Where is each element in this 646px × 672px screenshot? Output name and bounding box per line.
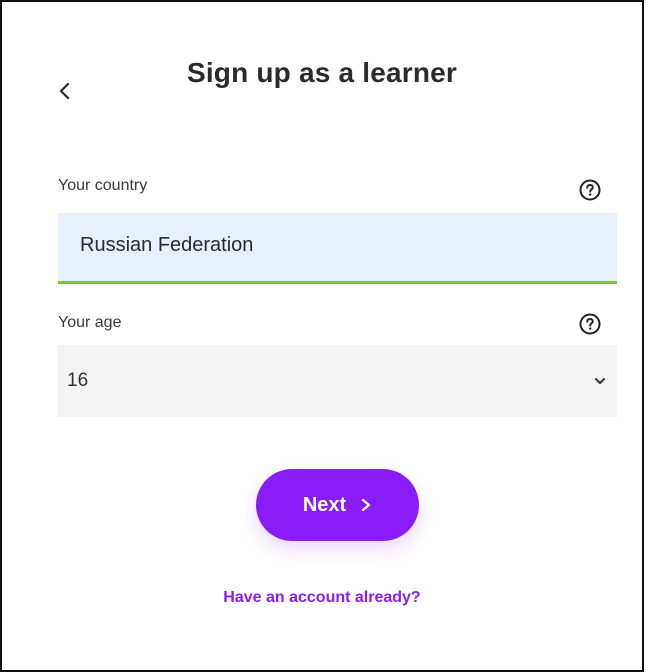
question-circle-icon [579,313,601,335]
chevron-right-icon [362,498,371,512]
next-button-label: Next [302,493,347,516]
country-help-icon[interactable] [579,179,601,201]
country-label: Your country [58,177,148,194]
age-label: Your age [58,314,122,331]
age-select[interactable]: 16 [58,345,617,417]
signup-card: Sign up as a learner Your country Your a… [0,0,644,672]
country-input[interactable] [58,213,617,281]
age-help-icon[interactable] [579,313,601,335]
country-field[interactable] [58,213,617,284]
next-button[interactable]: Next [256,469,419,541]
chevron-down-icon [595,378,605,384]
page-title: Sign up as a learner [186,57,458,88]
age-selected-value: 16 [67,370,89,391]
have-account-link[interactable]: Have an account already? [2,589,642,607]
question-circle-icon [579,179,601,201]
